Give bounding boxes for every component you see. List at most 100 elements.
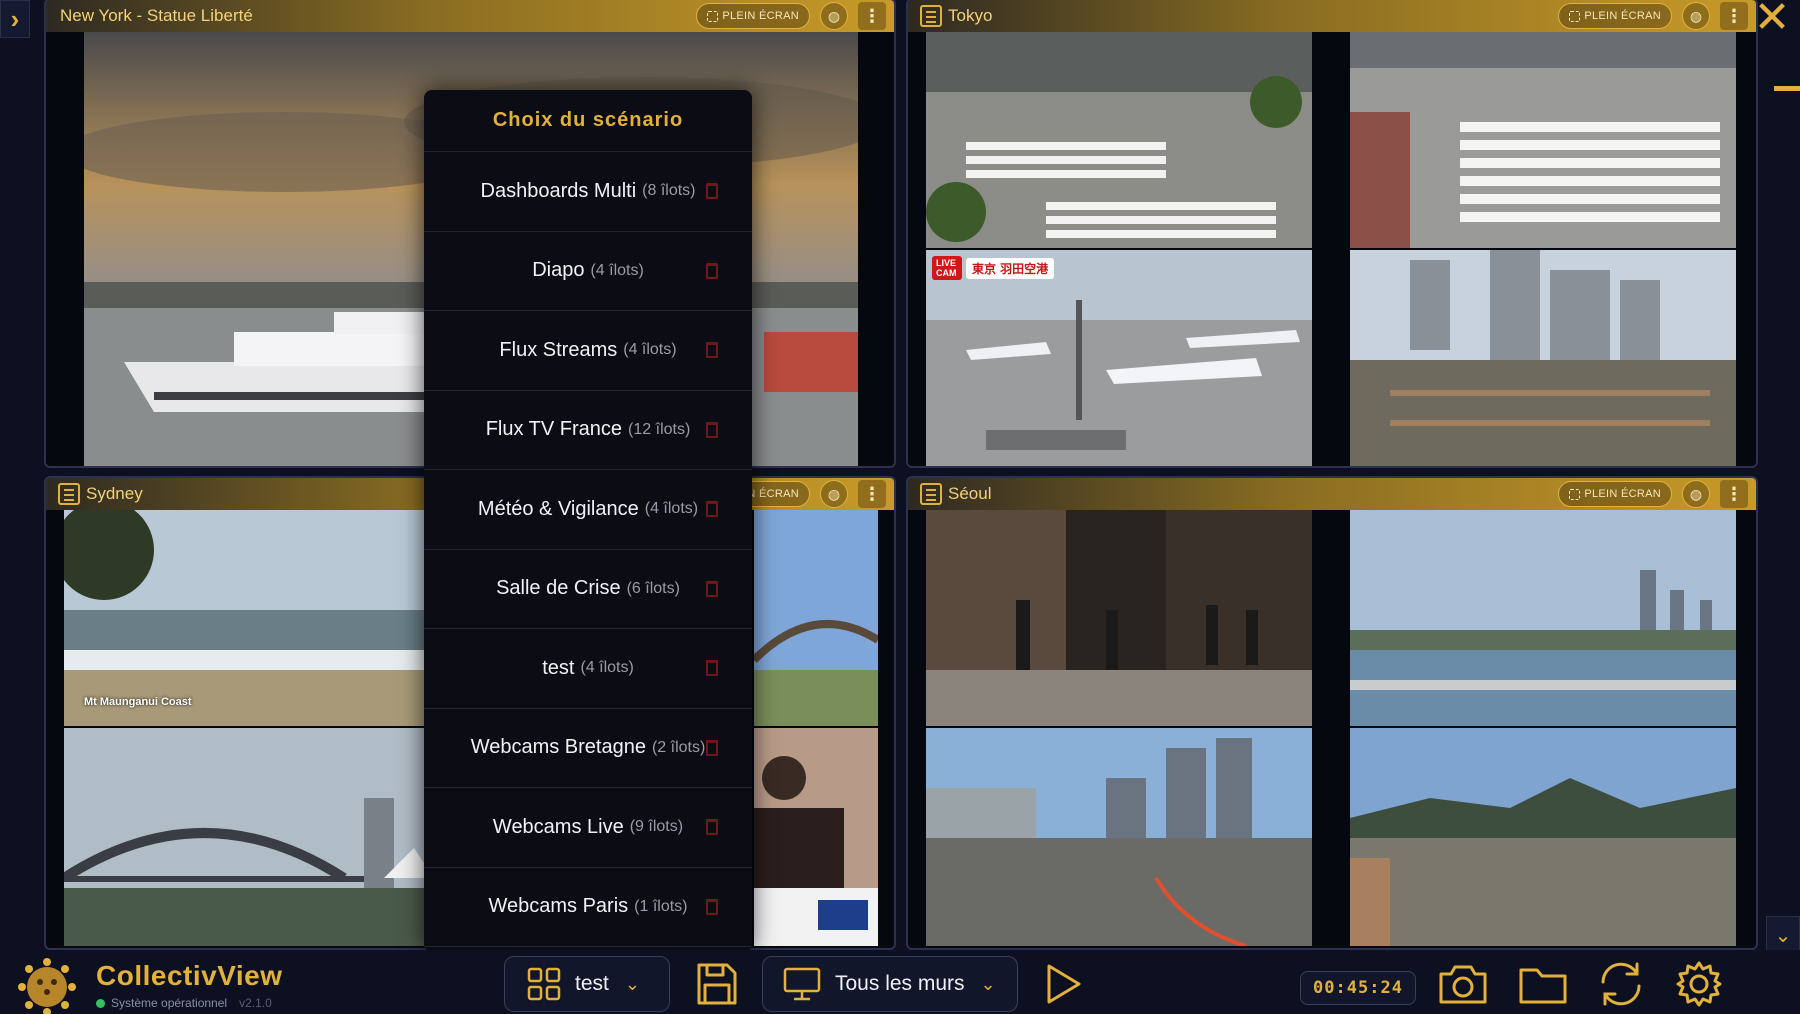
- scenario-item[interactable]: Webcams Live(9 îlots): [424, 788, 752, 868]
- minimize-icon[interactable]: [1774, 86, 1800, 91]
- delete-icon[interactable]: [706, 581, 718, 597]
- scenario-count: (4 îlots): [645, 500, 698, 518]
- more-options-icon[interactable]: ⋮: [1720, 480, 1748, 508]
- coast-scene: [64, 510, 450, 726]
- scenario-item[interactable]: Webcams Bretagne (2 îlots): [424, 709, 752, 789]
- camera-feed-airport: LIVE CAM 東京 羽田空港: [926, 250, 1312, 466]
- camera-feed-harbour: [754, 510, 878, 726]
- crossing-scene: [1350, 32, 1736, 248]
- wall-select[interactable]: Tous les murs ⌄: [762, 956, 1018, 1012]
- delete-icon[interactable]: [706, 422, 718, 438]
- scenario-name: test: [542, 657, 574, 680]
- scenario-name: Webcams Paris: [488, 895, 628, 918]
- camera-feed-crossing-1: [926, 32, 1312, 248]
- gear-icon: [1674, 959, 1724, 1009]
- panel-header: New York - Statue Liberté PLEIN ÉCRAN ◍ …: [46, 0, 894, 32]
- save-button[interactable]: [684, 956, 750, 1012]
- delete-icon[interactable]: [706, 740, 718, 756]
- camera-feed-mountain: [1350, 728, 1736, 946]
- globe-icon[interactable]: ◍: [1682, 480, 1710, 508]
- scenario-item[interactable]: Webcams Paris (1 îlots): [424, 868, 752, 948]
- more-options-icon[interactable]: ⋮: [858, 480, 886, 508]
- globe-icon[interactable]: ◍: [820, 2, 848, 30]
- scenario-name: Salle de Crise: [496, 577, 621, 600]
- open-folder-button[interactable]: [1510, 956, 1576, 1012]
- airport-scene: [926, 250, 1312, 466]
- close-icon[interactable]: ✕: [1752, 0, 1792, 40]
- camera-feed-river: [1350, 510, 1736, 726]
- live-cam-badge: LIVE CAM 東京 羽田空港: [932, 256, 1054, 280]
- status-dot-icon: [96, 999, 105, 1008]
- scenario-item[interactable]: Dashboards Multi(8 îlots): [424, 152, 752, 232]
- video-panel-seoul: Séoul PLEIN ÉCRAN ◍ ⋮: [906, 476, 1758, 950]
- feed-location-label: Mt Maunganui Coast: [84, 696, 192, 708]
- scenario-count: (1 îlots): [634, 898, 687, 916]
- session-timer: 00:45:24: [1300, 971, 1416, 1005]
- camera-feed-crossing-2: [1350, 32, 1736, 248]
- station-scene: [926, 728, 1312, 946]
- delete-icon[interactable]: [706, 342, 718, 358]
- fullscreen-icon: [707, 11, 718, 22]
- grid-layout-icon: [920, 5, 942, 27]
- globe-icon[interactable]: ◍: [1682, 2, 1710, 30]
- more-options-icon[interactable]: ⋮: [858, 2, 886, 30]
- more-options-icon[interactable]: ⋮: [1720, 2, 1748, 30]
- refresh-button[interactable]: [1588, 956, 1654, 1012]
- delete-icon[interactable]: [706, 501, 718, 517]
- camera-feed-street: [926, 510, 1312, 726]
- fullscreen-button[interactable]: PLEIN ÉCRAN: [1558, 3, 1672, 29]
- screenshot-button[interactable]: [1430, 956, 1496, 1012]
- scenario-item[interactable]: test (4 îlots): [424, 629, 752, 709]
- scenario-name: Webcams Bretagne: [471, 736, 646, 759]
- scenario-name: Météo & Vigilance: [478, 498, 639, 521]
- camera-feed-bridge: [64, 728, 450, 946]
- scenario-count: (4 îlots): [623, 341, 676, 359]
- city-scene: [1350, 250, 1736, 466]
- scenario-count: (2 îlots): [652, 739, 705, 757]
- delete-icon[interactable]: [706, 660, 718, 676]
- scenario-select[interactable]: test ⌄: [504, 956, 670, 1012]
- river-scene: [1350, 510, 1736, 726]
- delete-icon[interactable]: [706, 899, 718, 915]
- scenario-name: Dashboards Multi: [481, 180, 637, 203]
- scenario-item[interactable]: Diapo(4 îlots): [424, 232, 752, 312]
- scenario-item[interactable]: Météo & Vigilance (4 îlots): [424, 470, 752, 550]
- wall-select-value: Tous les murs: [835, 972, 965, 996]
- panel-title: Sydney: [86, 484, 143, 504]
- save-icon: [695, 961, 739, 1007]
- news-scene: [754, 728, 878, 946]
- play-button[interactable]: [1030, 956, 1096, 1012]
- scenario-item[interactable]: Flux Streams (4 îlots): [424, 311, 752, 391]
- camera-feed-news: [754, 728, 878, 946]
- crossing-scene: [926, 32, 1312, 248]
- scenario-select-value: test: [575, 972, 609, 996]
- scenario-menu: Choix du scénario Dashboards Multi(8 îlo…: [424, 90, 752, 952]
- bridge-scene: [64, 728, 450, 946]
- settings-button[interactable]: [1666, 956, 1732, 1012]
- fullscreen-button[interactable]: PLEIN ÉCRAN: [1558, 481, 1672, 507]
- scenario-item[interactable]: Flux TV France(12 îlots): [424, 391, 752, 471]
- delete-icon[interactable]: [706, 263, 718, 279]
- fullscreen-button[interactable]: PLEIN ÉCRAN: [696, 3, 810, 29]
- status-text: Système opérationnel: [111, 996, 227, 1010]
- globe-icon[interactable]: ◍: [820, 480, 848, 508]
- panel-header: Tokyo PLEIN ÉCRAN ◍ ⋮: [908, 0, 1756, 32]
- scenario-count: (9 îlots): [630, 818, 683, 836]
- delete-icon[interactable]: [706, 183, 718, 199]
- delete-icon[interactable]: [706, 819, 718, 835]
- scroll-down-button[interactable]: ⌄: [1766, 916, 1800, 954]
- mountain-scene: [1350, 728, 1736, 946]
- scenario-item[interactable]: Salle de Crise(6 îlots): [424, 550, 752, 630]
- monitor-icon: [783, 967, 821, 1001]
- scenario-count: (4 îlots): [590, 262, 643, 280]
- camera-feed-city: [1350, 250, 1736, 466]
- sidebar-expand-button[interactable]: ›: [0, 0, 30, 38]
- scenario-count: (4 îlots): [580, 659, 633, 677]
- live-cam-label: LIVE CAM: [932, 256, 962, 280]
- scenario-name: Flux Streams: [499, 339, 617, 362]
- refresh-icon: [1595, 960, 1647, 1008]
- panel-title: Séoul: [948, 484, 991, 504]
- chevron-down-icon: ⌄: [981, 974, 996, 995]
- app-logo-icon: [16, 956, 78, 1014]
- folder-icon: [1517, 962, 1569, 1006]
